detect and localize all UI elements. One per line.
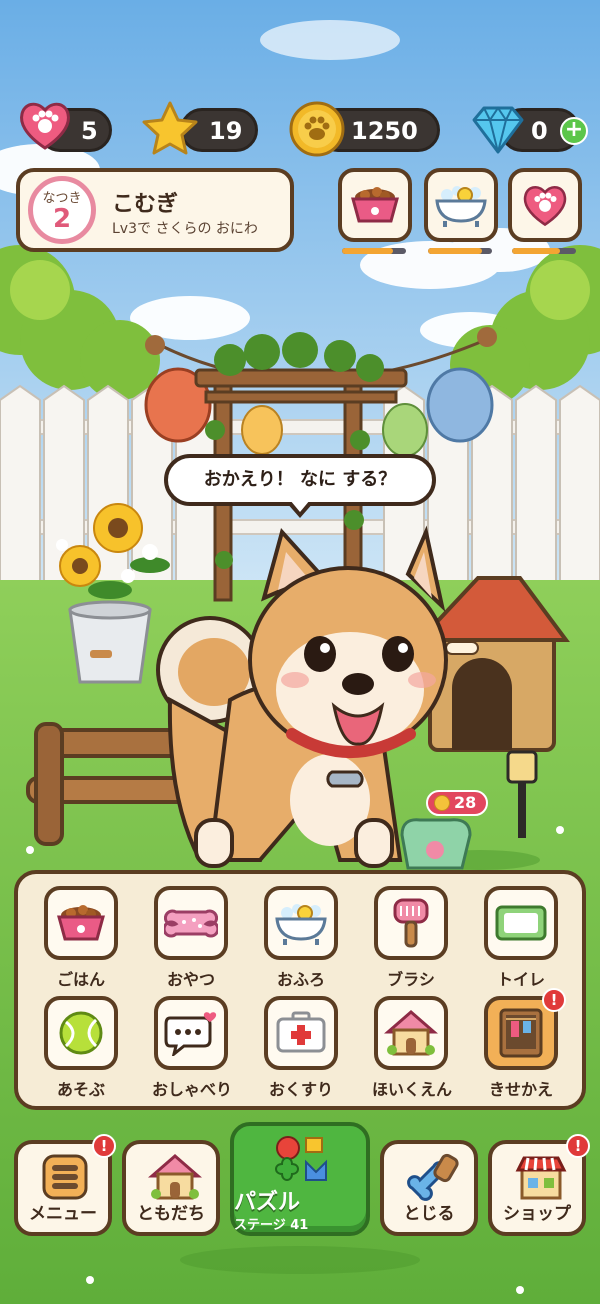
bathtub-icon <box>435 186 487 227</box>
dress-up-alert-badge: ! <box>542 988 566 1012</box>
need-food-button[interactable] <box>338 168 412 242</box>
action-feed[interactable]: ごはん <box>42 886 120 989</box>
treat-bag-badge[interactable]: 28 <box>426 790 488 816</box>
need-affection-button[interactable] <box>508 168 582 242</box>
action-treat[interactable]: おやつ <box>152 886 230 989</box>
shop-stall-icon <box>515 1156 567 1200</box>
action-bath[interactable]: おふろ <box>262 886 340 989</box>
action-label: ブラシ <box>387 970 435 989</box>
gems-value: 0 <box>531 117 548 145</box>
wardrobe-icon <box>499 1008 543 1058</box>
action-medicine[interactable]: おくすり <box>262 996 340 1099</box>
friends-label: ともだち <box>137 1204 205 1224</box>
action-label: あそぶ <box>56 1080 105 1099</box>
star-icon <box>140 100 200 160</box>
action-label: トイレ <box>496 970 545 989</box>
daycare-house-icon <box>384 1010 438 1056</box>
close-button[interactable]: とじる <box>380 1140 478 1236</box>
bond-level-badge: なつき 2 <box>28 176 96 244</box>
action-label: おふろ <box>276 970 325 989</box>
action-brush[interactable]: ブラシ <box>372 886 450 989</box>
action-label: きせかえ <box>488 1080 553 1099</box>
toilet-pad-icon <box>495 905 547 941</box>
food-bowl-icon <box>57 905 105 941</box>
pet-subtitle: Lv3で さくらの おにわ <box>112 221 258 237</box>
puzzle-stage: ステージ 41 <box>234 1218 309 1233</box>
diamond-icon <box>470 102 526 160</box>
menu-icon <box>42 1154 88 1200</box>
menu-alert-badge: ! <box>92 1134 116 1158</box>
puzzle-title: パズル <box>234 1190 301 1215</box>
coins-value: 1250 <box>351 117 418 145</box>
treat-bag-count: 28 <box>454 793 477 812</box>
hearts-value: 5 <box>81 117 98 145</box>
brush-icon <box>393 898 429 948</box>
action-label: おやつ <box>166 970 215 989</box>
need-bath-button[interactable] <box>424 168 498 242</box>
close-label: とじる <box>403 1204 455 1224</box>
puzzle-pieces-icon <box>275 1136 327 1181</box>
speech-bubble: おかえり！ なに する？ <box>164 454 436 506</box>
affection-need-bar <box>512 248 576 254</box>
friends-house-icon <box>148 1154 202 1200</box>
speech-bubble-tail-fill <box>290 500 310 512</box>
coin-icon <box>434 795 450 811</box>
bond-level-value: 2 <box>52 204 72 234</box>
action-toilet[interactable]: トイレ <box>482 886 560 989</box>
care-actions-panel: ごはん おやつ おふろ ブラシ トイレ あそぶ おしゃべり おくすり ほいくえん… <box>14 870 586 1110</box>
paw-coin-icon <box>288 100 346 162</box>
food-bowl-icon <box>351 187 399 223</box>
tennis-ball-icon <box>59 1011 103 1055</box>
add-gems-button[interactable]: + <box>560 117 588 145</box>
action-label: おしゃべり <box>152 1080 233 1099</box>
shop-alert-badge: ! <box>566 1134 590 1158</box>
bathtub-icon <box>275 904 327 945</box>
action-label: おくすり <box>268 1080 333 1099</box>
action-chat[interactable]: おしゃべり <box>152 996 232 1099</box>
friends-button[interactable]: ともだち <box>122 1140 220 1236</box>
chat-bubble-icon <box>164 1012 217 1056</box>
pet-info-card[interactable]: なつき 2 こむぎ Lv3で さくらの おにわ <box>16 168 294 252</box>
grooming-tools-icon <box>407 1153 459 1201</box>
first-aid-kit-icon <box>276 1011 326 1053</box>
puzzle-button[interactable]: パズル ステージ 41 <box>230 1122 370 1236</box>
bath-need-bar <box>428 248 492 254</box>
action-daycare[interactable]: ほいくえん <box>372 996 452 1099</box>
food-need-bar <box>342 248 406 254</box>
shop-label: ショップ <box>503 1204 571 1224</box>
heart-paw-icon <box>523 186 567 227</box>
action-label: ほいくえん <box>372 1080 453 1099</box>
pet-name: こむぎ <box>112 192 179 217</box>
stars-value: 19 <box>209 117 243 145</box>
action-label: ごはん <box>56 970 105 989</box>
action-play[interactable]: あそぶ <box>42 996 120 1099</box>
bone-treat-icon <box>164 909 218 938</box>
heart-paw-icon <box>16 96 74 158</box>
menu-label: メニュー <box>29 1204 97 1224</box>
